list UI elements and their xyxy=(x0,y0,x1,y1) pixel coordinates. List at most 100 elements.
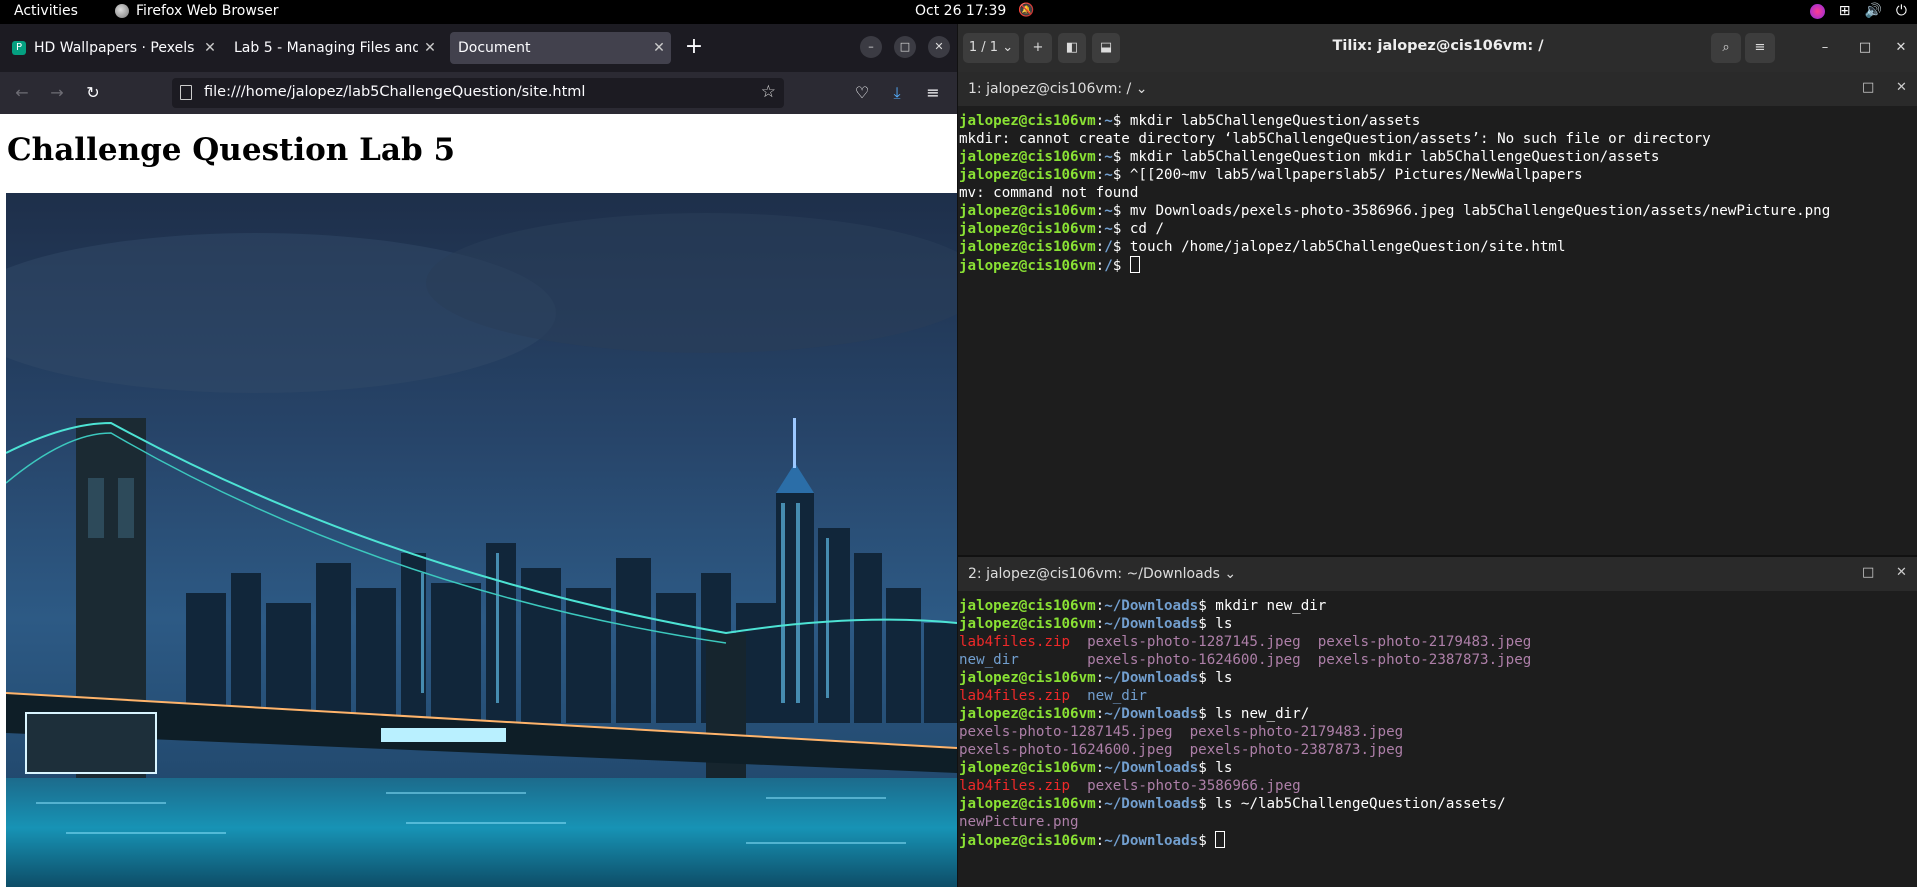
session-switcher-button[interactable]: 1 / 1 ⌄ xyxy=(963,33,1019,63)
prompt-path: / xyxy=(1104,258,1113,274)
firefox-window: P HD Wallpapers · Pexels ✕ Lab 5 - Manag… xyxy=(0,24,957,887)
prompt-user: jalopez@cis106vm xyxy=(959,616,1096,632)
terminal-2-header[interactable]: 2: jalopez@cis106vm: ~/Downloads ⌄ □ ✕ xyxy=(958,557,1917,591)
notifications-muted-icon: 🔕 xyxy=(1018,3,1035,18)
prompt-symbol: $ xyxy=(1112,221,1130,237)
prompt-separator: : xyxy=(1095,221,1105,237)
back-button[interactable]: ← xyxy=(10,81,34,105)
terminal-line: pexels-photo-1624600.jpeg pexels-photo-2… xyxy=(959,741,1917,759)
close-tab-icon[interactable]: ✕ xyxy=(418,40,442,56)
downloads-icon[interactable]: ⤓ xyxy=(885,81,909,105)
command-text: touch /home/jalopez/lab5ChallengeQuestio… xyxy=(1129,239,1566,255)
prompt-symbol: $ xyxy=(1112,203,1130,219)
split-down-icon[interactable]: ⬓ xyxy=(1092,33,1120,63)
command-text: mv Downloads/pexels-photo-3586966.jpeg l… xyxy=(1129,203,1831,219)
command-text: ls xyxy=(1215,670,1233,686)
prompt-user: jalopez@cis106vm xyxy=(959,706,1096,722)
prompt-symbol: $ xyxy=(1198,796,1216,812)
command-text: mkdir new_dir xyxy=(1215,598,1327,614)
tilix-window: Tilix: jalopez@cis106vm: / 1 / 1 ⌄ + ◧ ⬓… xyxy=(957,24,1917,887)
add-session-button[interactable]: + xyxy=(1024,33,1052,63)
tab-lab5[interactable]: Lab 5 - Managing Files and D ✕ xyxy=(224,32,442,64)
prompt-separator: : xyxy=(1095,796,1105,812)
terminal-line: pexels-photo-1287145.jpeg pexels-photo-2… xyxy=(959,723,1917,741)
terminal-line: jalopez@cis106vm:~/Downloads$ ls xyxy=(959,615,1917,633)
activities-button[interactable]: Activities xyxy=(14,3,78,19)
terminal-1-output[interactable]: jalopez@cis106vm:~$ mkdir lab5ChallengeQ… xyxy=(959,106,1917,555)
minimize-button[interactable]: – xyxy=(1813,33,1837,63)
terminal-line: mkdir: cannot create directory ‘lab5Chal… xyxy=(959,130,1917,148)
close-window-button[interactable]: ✕ xyxy=(1889,33,1913,63)
split-right-icon[interactable]: ◧ xyxy=(1058,33,1086,63)
terminal-line: lab4files.zip new_dir xyxy=(959,687,1917,705)
terminal-line: jalopez@cis106vm:~/Downloads$ ls new_dir… xyxy=(959,705,1917,723)
clock[interactable]: Oct 26 17:39 xyxy=(915,3,1006,19)
maximize-button[interactable]: □ xyxy=(894,36,916,58)
prompt-separator: : xyxy=(1095,706,1105,722)
new-tab-button[interactable]: + xyxy=(680,34,708,62)
reload-button[interactable]: ↻ xyxy=(81,81,105,105)
prompt-path: ~ xyxy=(1104,113,1113,129)
tab-title: HD Wallpapers · Pexels xyxy=(34,40,195,56)
terminal-1-title[interactable]: 1: jalopez@cis106vm: / ⌄ xyxy=(968,81,1147,97)
tilix-headerbar: Tilix: jalopez@cis106vm: / 1 / 1 ⌄ + ◧ ⬓… xyxy=(958,24,1917,72)
file-name: pexels-photo-2179483.jpeg xyxy=(1189,724,1404,740)
app-menu-button[interactable]: Firefox Web Browser xyxy=(115,3,279,19)
terminal-line: newPicture.png xyxy=(959,813,1917,831)
prompt-separator: : xyxy=(1095,598,1105,614)
prompt-symbol: $ xyxy=(1112,113,1130,129)
prompt-user: jalopez@cis106vm xyxy=(959,149,1096,165)
terminal-2-output[interactable]: jalopez@cis106vm:~/Downloads$ mkdir new_… xyxy=(959,591,1917,887)
terminal-line: lab4files.zip pexels-photo-1287145.jpeg … xyxy=(959,633,1917,651)
url-bar[interactable]: file:///home/jalopez/lab5ChallengeQuesti… xyxy=(172,78,784,108)
tab-title: Document xyxy=(458,40,531,56)
terminal-line: new_dir pexels-photo-1624600.jpeg pexels… xyxy=(959,651,1917,669)
minimize-button[interactable]: – xyxy=(860,36,882,58)
prompt-separator: : xyxy=(1095,258,1105,274)
close-tab-icon[interactable]: ✕ xyxy=(647,40,671,56)
terminal-line: jalopez@cis106vm:~$ mv Downloads/pexels-… xyxy=(959,202,1917,220)
prompt-symbol: $ xyxy=(1198,616,1216,632)
terminal-line: jalopez@cis106vm:~/Downloads$ ls ~/lab5C… xyxy=(959,795,1917,813)
system-tray[interactable]: ⊞ 🔊 ⏻ xyxy=(1809,3,1907,19)
prompt-user: jalopez@cis106vm xyxy=(959,598,1096,614)
app-indicator-icon[interactable] xyxy=(1809,3,1825,19)
file-name: pexels-photo-2387873.jpeg xyxy=(1317,652,1532,668)
forward-button[interactable]: → xyxy=(45,81,69,105)
close-terminal-icon[interactable]: ✕ xyxy=(1896,565,1907,580)
maximize-terminal-icon[interactable]: □ xyxy=(1862,80,1874,95)
close-window-button[interactable]: ✕ xyxy=(928,36,950,58)
search-icon[interactable]: ⌕ xyxy=(1711,33,1741,63)
terminal-line: jalopez@cis106vm:~$ mkdir lab5ChallengeQ… xyxy=(959,148,1917,166)
terminal-1-header[interactable]: 1: jalopez@cis106vm: / ⌄ □ ✕ xyxy=(958,72,1917,106)
close-tab-icon[interactable]: ✕ xyxy=(198,40,222,56)
menu-icon[interactable]: ≡ xyxy=(921,81,945,105)
close-terminal-icon[interactable]: ✕ xyxy=(1896,80,1907,95)
prompt-path: ~/Downloads xyxy=(1104,670,1199,686)
tab-document[interactable]: Document ✕ xyxy=(450,32,671,64)
file-name: lab4files.zip xyxy=(959,688,1088,704)
maximize-terminal-icon[interactable]: □ xyxy=(1862,565,1874,580)
terminal-line: jalopez@cis106vm:~/Downloads$ mkdir new_… xyxy=(959,597,1917,615)
prompt-separator: : xyxy=(1095,833,1105,849)
url-text[interactable]: file:///home/jalopez/lab5ChallengeQuesti… xyxy=(204,84,585,100)
pocket-icon[interactable]: ♡ xyxy=(850,81,874,105)
terminal-2-title[interactable]: 2: jalopez@cis106vm: ~/Downloads ⌄ xyxy=(968,566,1236,582)
terminal-line: jalopez@cis106vm:~$ cd / xyxy=(959,220,1917,238)
terminal-line: mv: command not found xyxy=(959,184,1917,202)
prompt-user: jalopez@cis106vm xyxy=(959,796,1096,812)
prompt-separator: : xyxy=(1095,239,1105,255)
prompt-user: jalopez@cis106vm xyxy=(959,258,1096,274)
prompt-path: ~/Downloads xyxy=(1104,796,1199,812)
terminal-cursor xyxy=(1129,256,1140,273)
maximize-button[interactable]: □ xyxy=(1853,33,1877,63)
tab-pexels[interactable]: P HD Wallpapers · Pexels ✕ xyxy=(4,32,222,64)
prompt-path: ~/Downloads xyxy=(1104,760,1199,776)
terminal-line: jalopez@cis106vm:/$ xyxy=(959,256,1917,274)
bookmark-star-icon[interactable]: ☆ xyxy=(761,82,776,102)
pexels-favicon-icon: P xyxy=(12,41,26,55)
prompt-path: ~/Downloads xyxy=(1104,706,1199,722)
output-text: mv: command not found xyxy=(959,185,1139,201)
tab-strip: P HD Wallpapers · Pexels ✕ Lab 5 - Manag… xyxy=(0,24,957,72)
hamburger-menu-icon[interactable]: ≡ xyxy=(1745,33,1775,63)
